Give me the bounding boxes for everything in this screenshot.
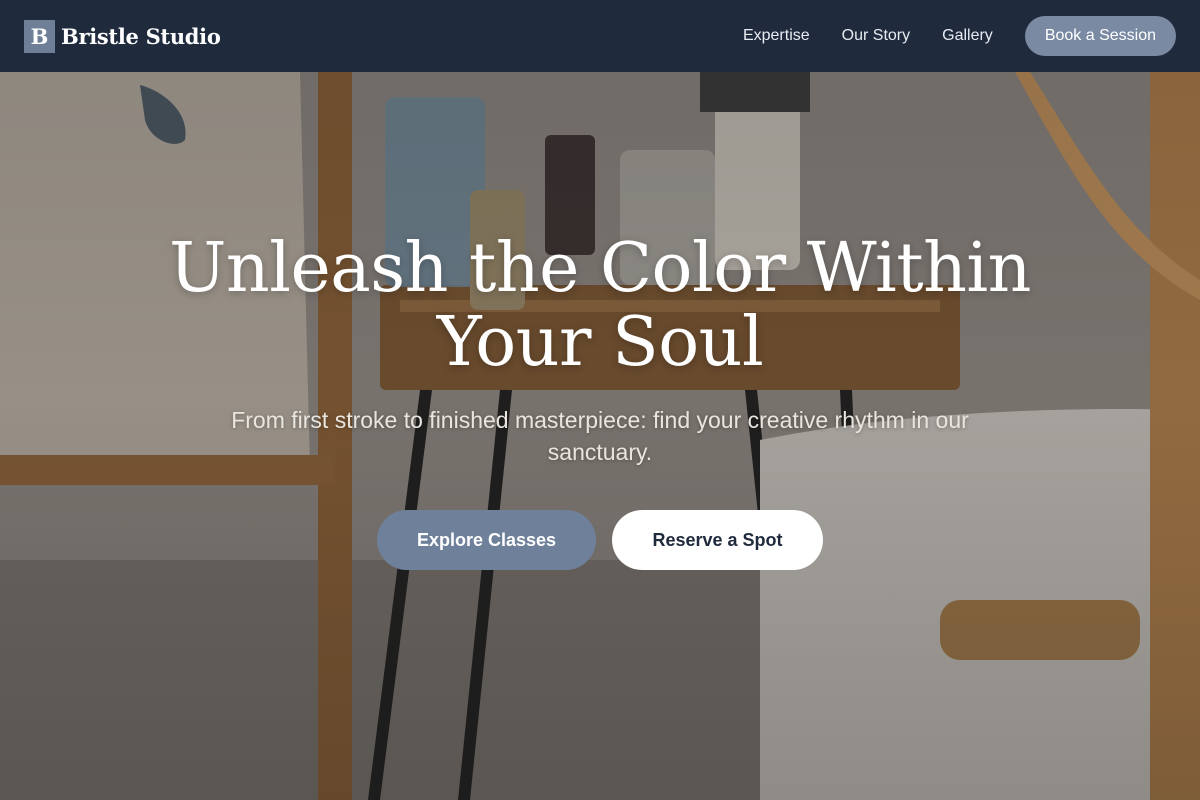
hero-headline: Unleash the Color Within Your Soul (169, 229, 1031, 382)
hero-subheadline: From first stroke to finished masterpiec… (231, 407, 969, 465)
hero-content: Unleash the Color Within Your Soul From … (0, 232, 1200, 570)
nav-link-our-story[interactable]: Our Story (842, 27, 910, 45)
book-session-button[interactable]: Book a Session (1024, 16, 1176, 56)
top-nav: B Bristle Studio Expertise Our Story Gal… (0, 0, 1200, 72)
brand-name: Bristle Studio (61, 23, 221, 49)
explore-classes-button[interactable]: Explore Classes (377, 510, 596, 570)
nav-link-gallery[interactable]: Gallery (942, 27, 993, 45)
reserve-spot-button[interactable]: Reserve a Spot (612, 510, 823, 570)
brand[interactable]: B Bristle Studio (24, 19, 221, 53)
brand-logo-icon: B (24, 19, 55, 53)
nav-link-expertise[interactable]: Expertise (743, 27, 810, 45)
hero-buttons: Explore Classes Reserve a Spot (0, 510, 1200, 570)
nav-links: Expertise Our Story Gallery Book a Sessi… (743, 16, 1176, 56)
